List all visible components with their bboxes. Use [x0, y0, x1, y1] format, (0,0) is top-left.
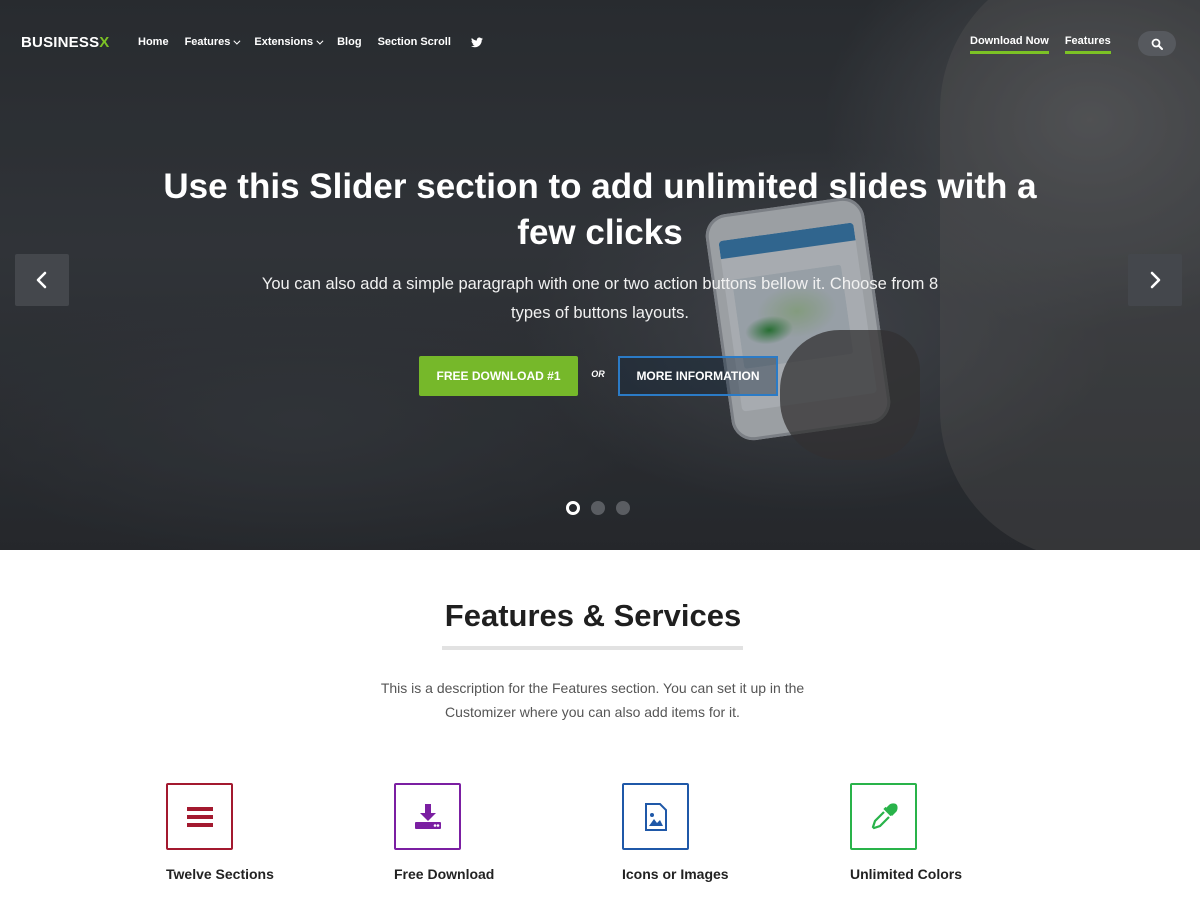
more-information-button[interactable]: MORE INFORMATION: [618, 356, 778, 396]
slider-next-button[interactable]: [1128, 254, 1182, 306]
menu-item-extensions[interactable]: Extensions: [254, 36, 324, 48]
image-icon: [644, 802, 667, 831]
feature-label: Free Download: [394, 866, 495, 882]
chevron-right-icon: [1150, 271, 1161, 289]
search-button[interactable]: [1138, 31, 1176, 56]
top-navigation: BUSINESSX Home Features Extensions Blog …: [0, 0, 1200, 86]
features-title: Features & Services: [444, 598, 742, 633]
slider-dot-3[interactable]: [616, 501, 630, 515]
twitter-link[interactable]: [467, 36, 483, 48]
main-menu: Home Features Extensions Blog Section Sc…: [138, 36, 499, 48]
hero-paragraph: You can also add a simple paragraph with…: [261, 275, 939, 322]
menu-item-section-scroll[interactable]: Section Scroll: [378, 36, 451, 48]
slider-dot-2[interactable]: [591, 501, 605, 515]
search-icon: [1151, 38, 1163, 50]
feature-item-twelve-sections[interactable]: Twelve Sections: [166, 783, 366, 882]
menu-item-home[interactable]: Home: [138, 36, 169, 48]
chevron-down-icon: [316, 37, 324, 45]
eyedropper-icon: [871, 802, 898, 829]
menu-item-features[interactable]: Features: [185, 36, 241, 48]
free-download-button[interactable]: FREE DOWNLOAD #1: [419, 356, 578, 396]
download-now-link[interactable]: Download Now: [970, 35, 1049, 54]
or-separator: OR: [591, 369, 605, 379]
slider-pagination: [566, 501, 630, 515]
hero-slider: BUSINESSX Home Features Extensions Blog …: [0, 0, 1200, 550]
slider-dot-1[interactable]: [566, 501, 580, 515]
slider-prev-button[interactable]: [15, 254, 69, 306]
feature-label: Twelve Sections: [166, 866, 274, 882]
menu-item-blog[interactable]: Blog: [337, 36, 361, 48]
feature-label: Unlimited Colors: [850, 866, 963, 882]
download-icon: [414, 803, 441, 829]
site-logo[interactable]: BUSINESSX: [21, 34, 110, 51]
feature-label: Icons or Images: [622, 866, 729, 882]
twitter-icon: [470, 37, 483, 47]
chevron-down-icon: [233, 37, 241, 45]
features-section: Features & Services This is a descriptio…: [0, 550, 1200, 900]
features-title-underline: [442, 646, 743, 650]
feature-item-icons-or-images[interactable]: Icons or Images: [622, 783, 822, 882]
header-right-links: Download Now Features: [970, 35, 1111, 54]
feature-item-unlimited-colors[interactable]: Unlimited Colors: [850, 783, 1050, 882]
features-description: This is a description for the Features s…: [380, 680, 805, 720]
list-icon: [186, 806, 213, 827]
chevron-left-icon: [36, 271, 47, 289]
feature-item-free-download[interactable]: Free Download: [394, 783, 594, 882]
features-link[interactable]: Features: [1064, 35, 1111, 54]
hero-title: Use this Slider section to add unlimited…: [163, 167, 1037, 252]
